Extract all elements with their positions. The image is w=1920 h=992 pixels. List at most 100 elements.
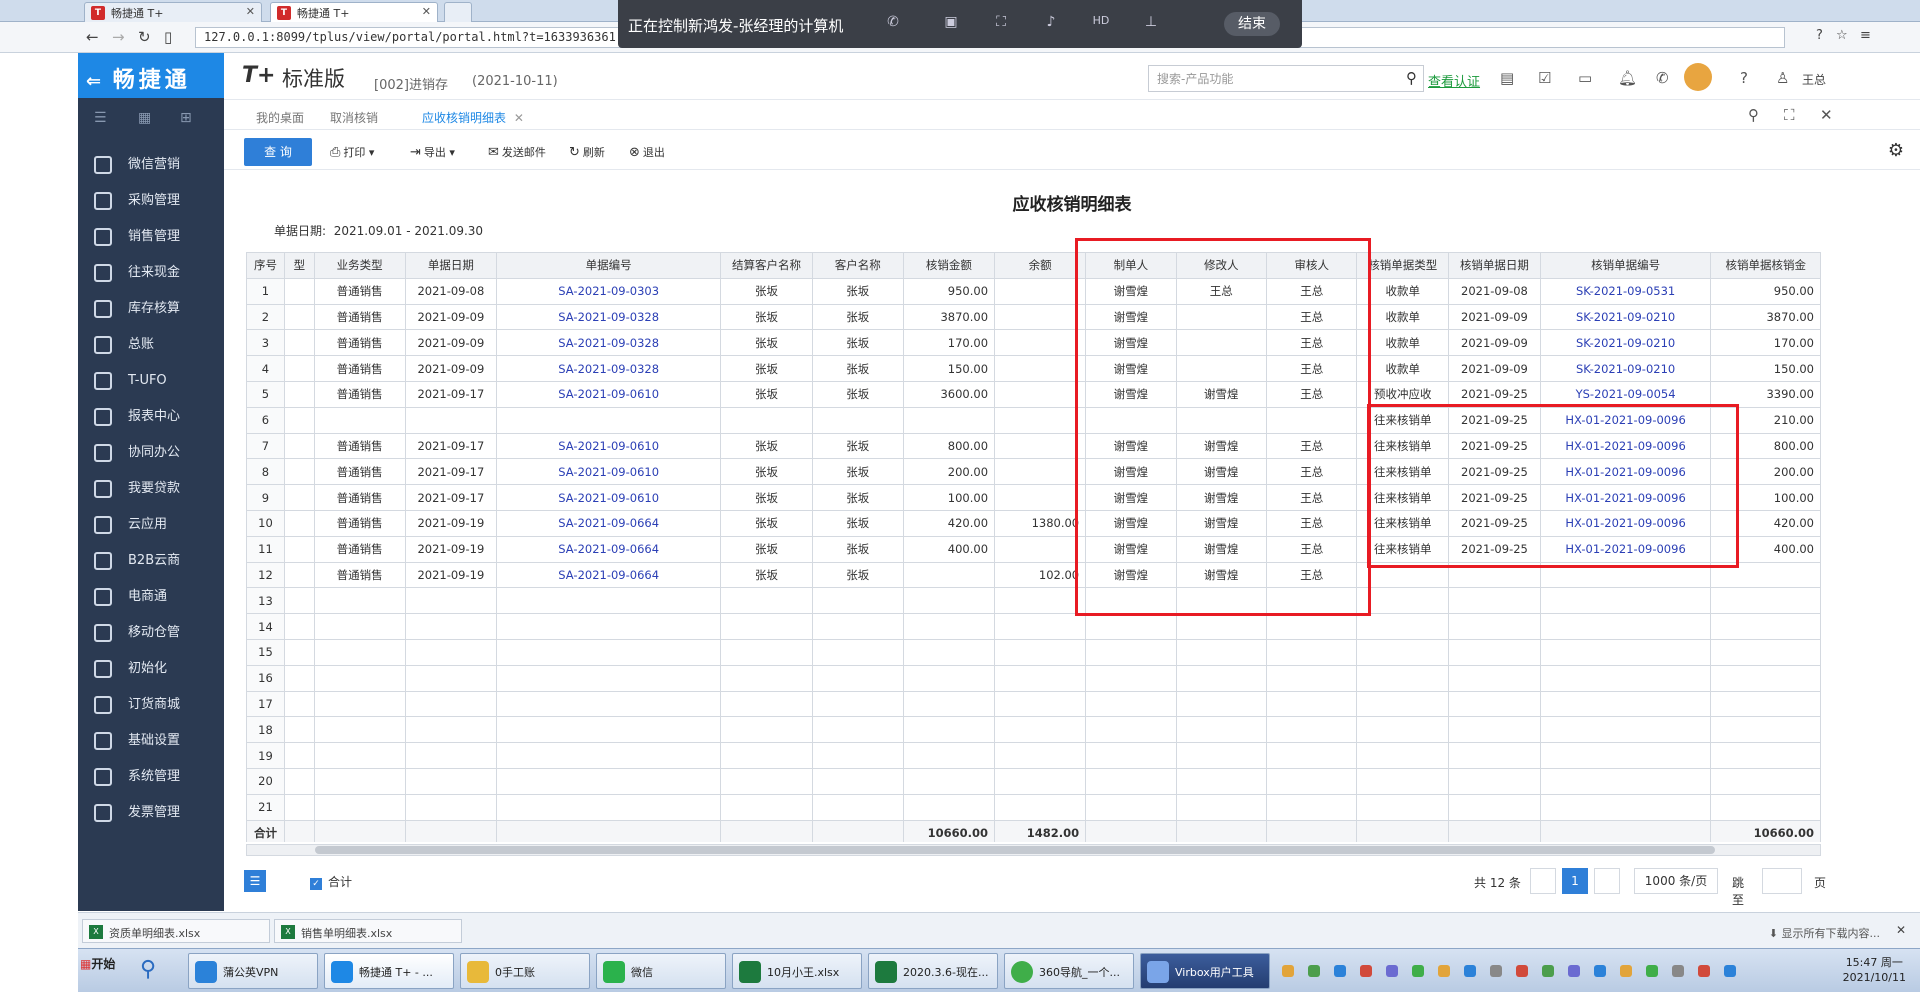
table-row[interactable]: 13 — [246, 587, 1821, 615]
exit-button[interactable]: ⊗ 退出 — [629, 144, 665, 160]
page-size-select[interactable]: 1000 条/页 — [1634, 868, 1718, 894]
close-icon[interactable]: ✕ — [1896, 923, 1906, 937]
cell-doc-no[interactable]: SA-2021-09-0664 — [496, 509, 722, 537]
cell-doc-no[interactable]: SA-2021-09-0328 — [496, 303, 722, 331]
jump-page-input[interactable] — [1762, 868, 1802, 894]
username[interactable]: 王总 — [1802, 71, 1826, 88]
tray-icon[interactable] — [1464, 965, 1476, 977]
next-page-button[interactable] — [1594, 868, 1620, 894]
tray-icon[interactable] — [1490, 965, 1502, 977]
calculator-icon[interactable]: ▤ — [1500, 69, 1514, 87]
column-header-customer[interactable]: 客户名称 — [811, 252, 904, 279]
column-header-writeoff-doc-no[interactable]: 核销单据编号 — [1539, 252, 1712, 279]
taskbar-excel-2[interactable]: 2020.3.6-现在... — [868, 953, 998, 989]
sidebar-item-cloud[interactable]: 云应用 — [78, 507, 224, 543]
column-header-writeoff-doc-type[interactable]: 核销单据类型 — [1356, 252, 1450, 279]
scrollbar-thumb[interactable] — [315, 846, 1715, 854]
table-row[interactable]: 14 — [246, 613, 1821, 640]
gear-icon[interactable]: ⚙ — [1888, 140, 1904, 161]
table-row[interactable]: 9 普通销售 2021-09-17 SA-2021-09-0610 张坂 张坂 100.00… — [246, 484, 1821, 511]
send-email-button[interactable]: ✉ 发送邮件 — [488, 144, 546, 160]
close-icon[interactable]: ✕ — [246, 5, 255, 18]
table-row[interactable]: 11 普通销售 2021-09-19 SA-2021-09-0664 张坂 张坂 400.0… — [246, 535, 1821, 563]
tray-icon[interactable] — [1672, 965, 1684, 977]
table-row[interactable]: 17 — [246, 690, 1821, 718]
table-row[interactable]: 15 — [246, 638, 1821, 666]
pin-icon[interactable]: ⊥ — [1140, 14, 1162, 34]
tray-icon[interactable] — [1386, 965, 1398, 977]
sidebar-item-mobile-warehouse[interactable]: 移动仓管 — [78, 615, 224, 651]
star-icon[interactable]: ☆ — [1836, 28, 1848, 43]
tray-icon[interactable] — [1334, 965, 1346, 977]
certify-link[interactable]: 查看认证 — [1428, 71, 1480, 90]
column-header-biz-type[interactable]: 业务类型 — [313, 252, 406, 279]
report-grid[interactable]: 序号型业务类型 单据日期 单据编号 结算客户名称 客户名称 核销金额 余额 制单人 修改人 审核人… — [246, 252, 1821, 842]
phone-icon[interactable]: ✆ — [882, 14, 904, 34]
help-icon[interactable]: ? — [1740, 69, 1748, 87]
column-header-doc-no[interactable]: 单据编号 — [496, 252, 722, 279]
app-logo[interactable]: ⇐ 畅捷通 — [78, 53, 224, 98]
cell-writeoff-doc-no[interactable]: HX-01-2021-09-0096 — [1539, 535, 1712, 563]
sidebar-item-ledger[interactable]: 总账 — [78, 327, 224, 363]
cell-doc-no[interactable]: SA-2021-09-0610 — [496, 432, 722, 460]
cell-doc-no[interactable]: SA-2021-09-0664 — [496, 535, 722, 563]
export-button[interactable]: ⇥ 导出 ▾ — [410, 144, 455, 160]
table-row[interactable]: 16 — [246, 664, 1821, 692]
cell-writeoff-doc-no[interactable]: HX-01-2021-09-0096 — [1539, 484, 1712, 511]
column-header-auditor[interactable]: 审核人 — [1266, 252, 1358, 279]
column-header-seq[interactable]: 序号 — [246, 252, 285, 279]
sidebar-item-inventory[interactable]: 库存核算 — [78, 291, 224, 327]
end-remote-button[interactable]: 结束 — [1224, 12, 1280, 36]
refresh-button[interactable]: ↻ 刷新 — [569, 144, 605, 160]
sidebar-item-purchase[interactable]: 采购管理 — [78, 183, 224, 219]
tray-icon[interactable] — [1360, 965, 1372, 977]
sidebar-item-ecommerce[interactable]: 电商通 — [78, 579, 224, 615]
table-row[interactable]: 8 普通销售 2021-09-17 SA-2021-09-0610 张坂 张坂 200.00… — [246, 458, 1821, 486]
table-row[interactable]: 5 普通销售 2021-09-17 SA-2021-09-0610 张坂 张坂 3600.0… — [246, 380, 1821, 408]
search-icon[interactable]: ⚲ — [1406, 69, 1417, 87]
table-row[interactable]: 18 — [246, 716, 1821, 744]
back-icon[interactable]: ← — [86, 28, 99, 46]
tab-cancel-writeoff[interactable]: 取消核销 — [330, 109, 378, 126]
table-row[interactable]: 20 — [246, 767, 1821, 795]
user-icon[interactable]: ♙ — [1776, 69, 1789, 87]
sidebar-item-tufo[interactable]: T-UFO — [78, 363, 224, 399]
tray-icon[interactable] — [1698, 965, 1710, 977]
sidebar-item-init[interactable]: 初始化 — [78, 651, 224, 687]
column-header-creator[interactable]: 制单人 — [1085, 252, 1177, 279]
cell-writeoff-doc-no[interactable]: SK-2021-09-0210 — [1539, 329, 1712, 357]
table-row[interactable]: 19 — [246, 742, 1821, 769]
sidebar-item-ordering[interactable]: 订货商城 — [78, 687, 224, 723]
phone-icon[interactable]: ✆ — [1656, 69, 1669, 87]
column-header-writeoff-doc-amount[interactable]: 核销单据核销金 — [1710, 252, 1821, 279]
sidebar-item-loan[interactable]: 我要贷款 — [78, 471, 224, 507]
cell-writeoff-doc-no[interactable]: SK-2021-09-0531 — [1539, 277, 1712, 305]
back-arrow-icon[interactable]: ⇐ — [86, 71, 101, 92]
sidebar-item-b2b[interactable]: B2B云商 — [78, 543, 224, 579]
sidebar-item-reports[interactable]: 报表中心 — [78, 399, 224, 435]
search-icon[interactable]: ⚲ — [140, 957, 156, 982]
search-input[interactable]: 搜索-产品功能 ⚲ — [1148, 65, 1424, 92]
reload-icon[interactable]: ↻ — [138, 28, 151, 46]
help-icon[interactable]: ? — [1816, 28, 1823, 43]
table-row[interactable]: 1 普通销售 2021-09-08 SA-2021-09-0303 张坂 张坂 950.00… — [246, 277, 1821, 305]
mascot-avatar[interactable] — [1684, 63, 1712, 91]
sidebar-item-system[interactable]: 系统管理 — [78, 759, 224, 795]
column-header-type[interactable]: 型 — [283, 252, 315, 279]
column-header-writeoff-amount[interactable]: 核销金额 — [902, 252, 996, 279]
tray-icon[interactable] — [1542, 965, 1554, 977]
menu-icon[interactable]: ≡ — [1860, 28, 1871, 43]
cell-doc-no[interactable]: SA-2021-09-0610 — [496, 458, 722, 486]
show-total-checkbox[interactable]: ✓ 合计 — [310, 873, 352, 890]
table-row[interactable]: 3 普通销售 2021-09-09 SA-2021-09-0328 张坂 张坂 170.00… — [246, 329, 1821, 357]
close-icon[interactable]: ✕ — [1820, 106, 1833, 124]
tab-desktop[interactable]: 我的桌面 — [256, 109, 304, 126]
column-header-modifier[interactable]: 修改人 — [1175, 252, 1268, 279]
tray-icon[interactable] — [1282, 965, 1294, 977]
cell-writeoff-doc-no[interactable]: HX-01-2021-09-0096 — [1539, 406, 1712, 434]
sidebar-item-cash[interactable]: 往来现金 — [78, 255, 224, 291]
tray-icon[interactable] — [1308, 965, 1320, 977]
sidebar-item-wechat[interactable]: 微信营销 — [78, 147, 224, 183]
table-row[interactable]: 21 — [246, 793, 1821, 821]
tray-icon[interactable] — [1568, 965, 1580, 977]
